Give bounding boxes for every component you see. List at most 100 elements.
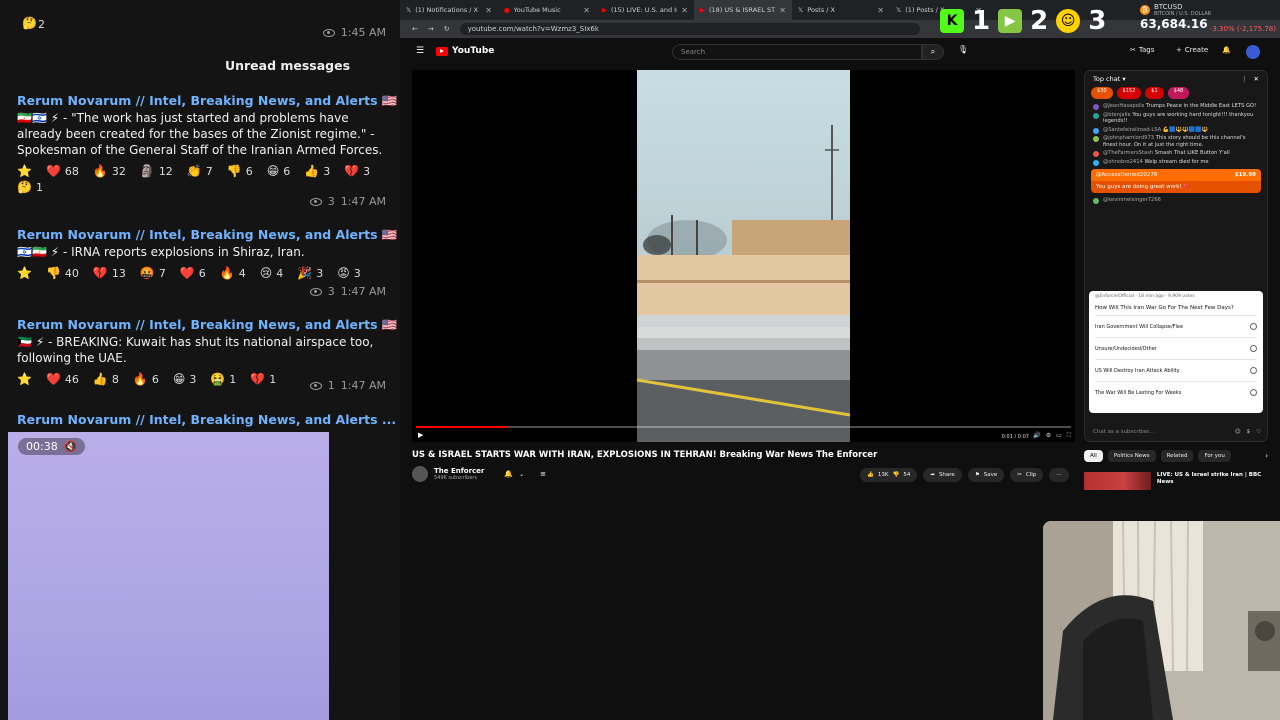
clip-button[interactable]: ✂ Clip <box>1010 468 1044 482</box>
pinned-super[interactable]: $30 <box>1091 87 1113 99</box>
close-tab-icon[interactable]: ✕ <box>779 6 786 15</box>
browser-tab[interactable]: ▶ (18) US & ISRAEL STAR ✕ <box>694 0 792 20</box>
like-button[interactable]: 👍 13K 👎 54 <box>860 468 918 482</box>
poll-option[interactable]: Iran Government Will Collapse/Flee <box>1095 315 1257 337</box>
muted-speaker-icon[interactable]: 🔇 <box>64 440 78 453</box>
reload-icon[interactable]: ↻ <box>444 25 450 33</box>
miniplayer-icon[interactable]: ▭ <box>1056 432 1062 440</box>
more-icon[interactable]: ⋮ <box>1241 75 1248 83</box>
reaction[interactable]: 😢 4 <box>260 266 284 280</box>
emoji-icon[interactable]: ☺ <box>1235 429 1241 435</box>
super-chat-icon[interactable]: $ <box>1247 429 1251 435</box>
video-player[interactable]: ▶ 0:01 / 0:07 🔊 ⚙ ▭ ⛶ <box>412 70 1075 442</box>
fullscreen-icon[interactable]: ⛶ <box>1067 432 1071 440</box>
search-input[interactable]: Search <box>672 44 922 60</box>
forward-icon[interactable]: → <box>428 25 434 33</box>
more-actions-button[interactable]: ⋯ <box>1049 468 1069 482</box>
share-button[interactable]: ➦ Share <box>923 468 962 482</box>
reaction[interactable]: 💔 13 <box>93 266 126 280</box>
reaction[interactable]: ❤️ 6 <box>180 266 206 280</box>
browser-tab[interactable]: ● YouTube Music ✕ <box>498 0 596 20</box>
chip-politics-news[interactable]: Politics News <box>1107 450 1156 462</box>
reaction[interactable]: 👍 3 <box>304 164 330 178</box>
search-button[interactable]: ⌕ <box>922 44 944 60</box>
chat-user[interactable]: @btenjalie <box>1103 112 1131 118</box>
reaction[interactable]: 👏 7 <box>187 164 213 178</box>
video-message[interactable]: 00:38 🔇 <box>8 432 329 720</box>
close-icon[interactable]: ✕ <box>1254 75 1259 83</box>
reaction[interactable]: ⭐ <box>17 372 32 386</box>
volume-icon[interactable]: 🔊 <box>1033 432 1040 440</box>
reaction[interactable]: 🗿 12 <box>140 164 173 178</box>
join-icon[interactable]: ≡ <box>540 470 546 478</box>
reaction[interactable]: 🔥 6 <box>133 372 159 386</box>
back-icon[interactable]: ← <box>412 25 418 33</box>
close-tab-icon[interactable]: ✕ <box>583 6 590 15</box>
recommended-video[interactable]: LIVE: US & Israel strike Iran | BBC News <box>1084 472 1268 490</box>
avatar[interactable] <box>1246 45 1260 59</box>
message-sender[interactable]: Rerum Novarum // Intel, Breaking News, a… <box>0 227 400 243</box>
reaction[interactable]: 🔥 4 <box>220 266 246 280</box>
browser-tab[interactable]: 𝕏 Posts / X ✕ <box>792 0 890 20</box>
thinking-emoji-icon[interactable]: 🤔 <box>22 16 37 30</box>
reaction[interactable]: 🤔 1 <box>17 180 43 194</box>
play-icon[interactable]: ▶ <box>418 431 423 439</box>
chip-related[interactable]: Related <box>1160 450 1194 462</box>
reaction[interactable]: 🤬 7 <box>140 266 166 280</box>
reaction[interactable]: 😁 6 <box>267 164 291 178</box>
chat-mode-select[interactable]: Top chat ▾ <box>1093 75 1126 83</box>
chat-user[interactable]: @kevinmelsinger7266 <box>1103 197 1161 203</box>
reaction[interactable]: ❤️ 68 <box>46 164 79 178</box>
tags-button[interactable]: ✂ Tags <box>1130 46 1154 54</box>
reaction[interactable]: ⭐ <box>17 164 32 178</box>
browser-tab[interactable]: ▶ (15) LIVE: U.S. and Israel la ✕ <box>596 0 694 20</box>
address-bar[interactable]: youtube.com/watch?v=Wzmz3_SIx6k <box>459 23 920 35</box>
browser-tab[interactable]: 𝕏 (1) Notifications / X ✕ <box>400 0 498 20</box>
pinned-super[interactable]: $1 <box>1145 87 1164 99</box>
channel-avatar[interactable] <box>412 466 428 482</box>
save-button[interactable]: ⚑ Save <box>967 468 1005 482</box>
heart-icon[interactable]: ♡ <box>1256 429 1261 435</box>
reaction[interactable]: 🤮 1 <box>210 372 236 386</box>
chat-user[interactable]: @ohnobro2414 <box>1103 159 1143 165</box>
message-sender[interactable]: Rerum Novarum // Intel, Breaking News, a… <box>0 412 400 427</box>
pinned-super[interactable]: $48 <box>1167 87 1190 99</box>
reaction[interactable]: 👎 6 <box>227 164 253 178</box>
chip-all[interactable]: All <box>1084 450 1103 462</box>
reaction[interactable]: 😡 3 <box>337 266 361 280</box>
reaction[interactable]: ⭐ <box>17 266 32 280</box>
menu-icon[interactable]: ☰ <box>416 46 424 56</box>
settings-gear-icon[interactable]: ⚙ <box>1046 432 1051 440</box>
poll-option[interactable]: Unsure/Undecided/Other <box>1095 337 1257 359</box>
notification-bell-icon[interactable]: 🔔 <box>504 470 513 478</box>
chat-user[interactable]: @TheFarmersStash <box>1103 150 1153 156</box>
message-sender[interactable]: Rerum Novarum // Intel, Breaking News, a… <box>0 317 400 333</box>
message-sender[interactable]: Rerum Novarum // Intel, Breaking News, a… <box>0 93 400 109</box>
chevron-down-icon[interactable]: ⌄ <box>519 471 524 478</box>
reaction[interactable]: 😁 3 <box>173 372 197 386</box>
chat-user[interactable]: @JeanHasapolis <box>1103 103 1144 109</box>
youtube-logo[interactable]: YouTube <box>436 46 494 56</box>
channel-name[interactable]: The Enforcer <box>434 467 484 475</box>
reaction[interactable]: 💔 3 <box>344 164 370 178</box>
reaction[interactable]: 💔 1 <box>250 372 276 386</box>
notifications-bell-icon[interactable]: 🔔 <box>1222 46 1231 54</box>
microphone-icon[interactable]: 🎙 <box>958 45 968 54</box>
reaction[interactable]: 🎉 3 <box>297 266 323 280</box>
create-button[interactable]: + Create <box>1176 46 1208 54</box>
pinned-super[interactable]: $152 <box>1116 87 1142 99</box>
close-tab-icon[interactable]: ✕ <box>681 6 688 15</box>
chip-for-you[interactable]: For you <box>1198 450 1231 462</box>
chevron-right-icon[interactable]: › <box>1265 452 1268 460</box>
chat-user[interactable]: @Santefeirailroad-LSA <box>1103 127 1161 133</box>
super-chat[interactable]: @AccessDenied20276 $19.99 You guys are d… <box>1091 169 1261 193</box>
poll-option[interactable]: US Will Destroy Iran Attack Ability <box>1095 359 1257 381</box>
poll-option[interactable]: The War Will Be Lasting For Weeks <box>1095 381 1257 403</box>
chat-user[interactable]: @johnphamlord973 <box>1103 135 1154 141</box>
reaction[interactable]: 👍 8 <box>93 372 119 386</box>
reaction[interactable]: ❤️ 46 <box>46 372 79 386</box>
reaction[interactable]: 👎 40 <box>46 266 79 280</box>
reaction[interactable]: 🔥 32 <box>93 164 126 178</box>
chat-input[interactable]: Chat as a subscriber... ☺ $ ♡ <box>1085 423 1267 441</box>
close-tab-icon[interactable]: ✕ <box>877 6 884 15</box>
